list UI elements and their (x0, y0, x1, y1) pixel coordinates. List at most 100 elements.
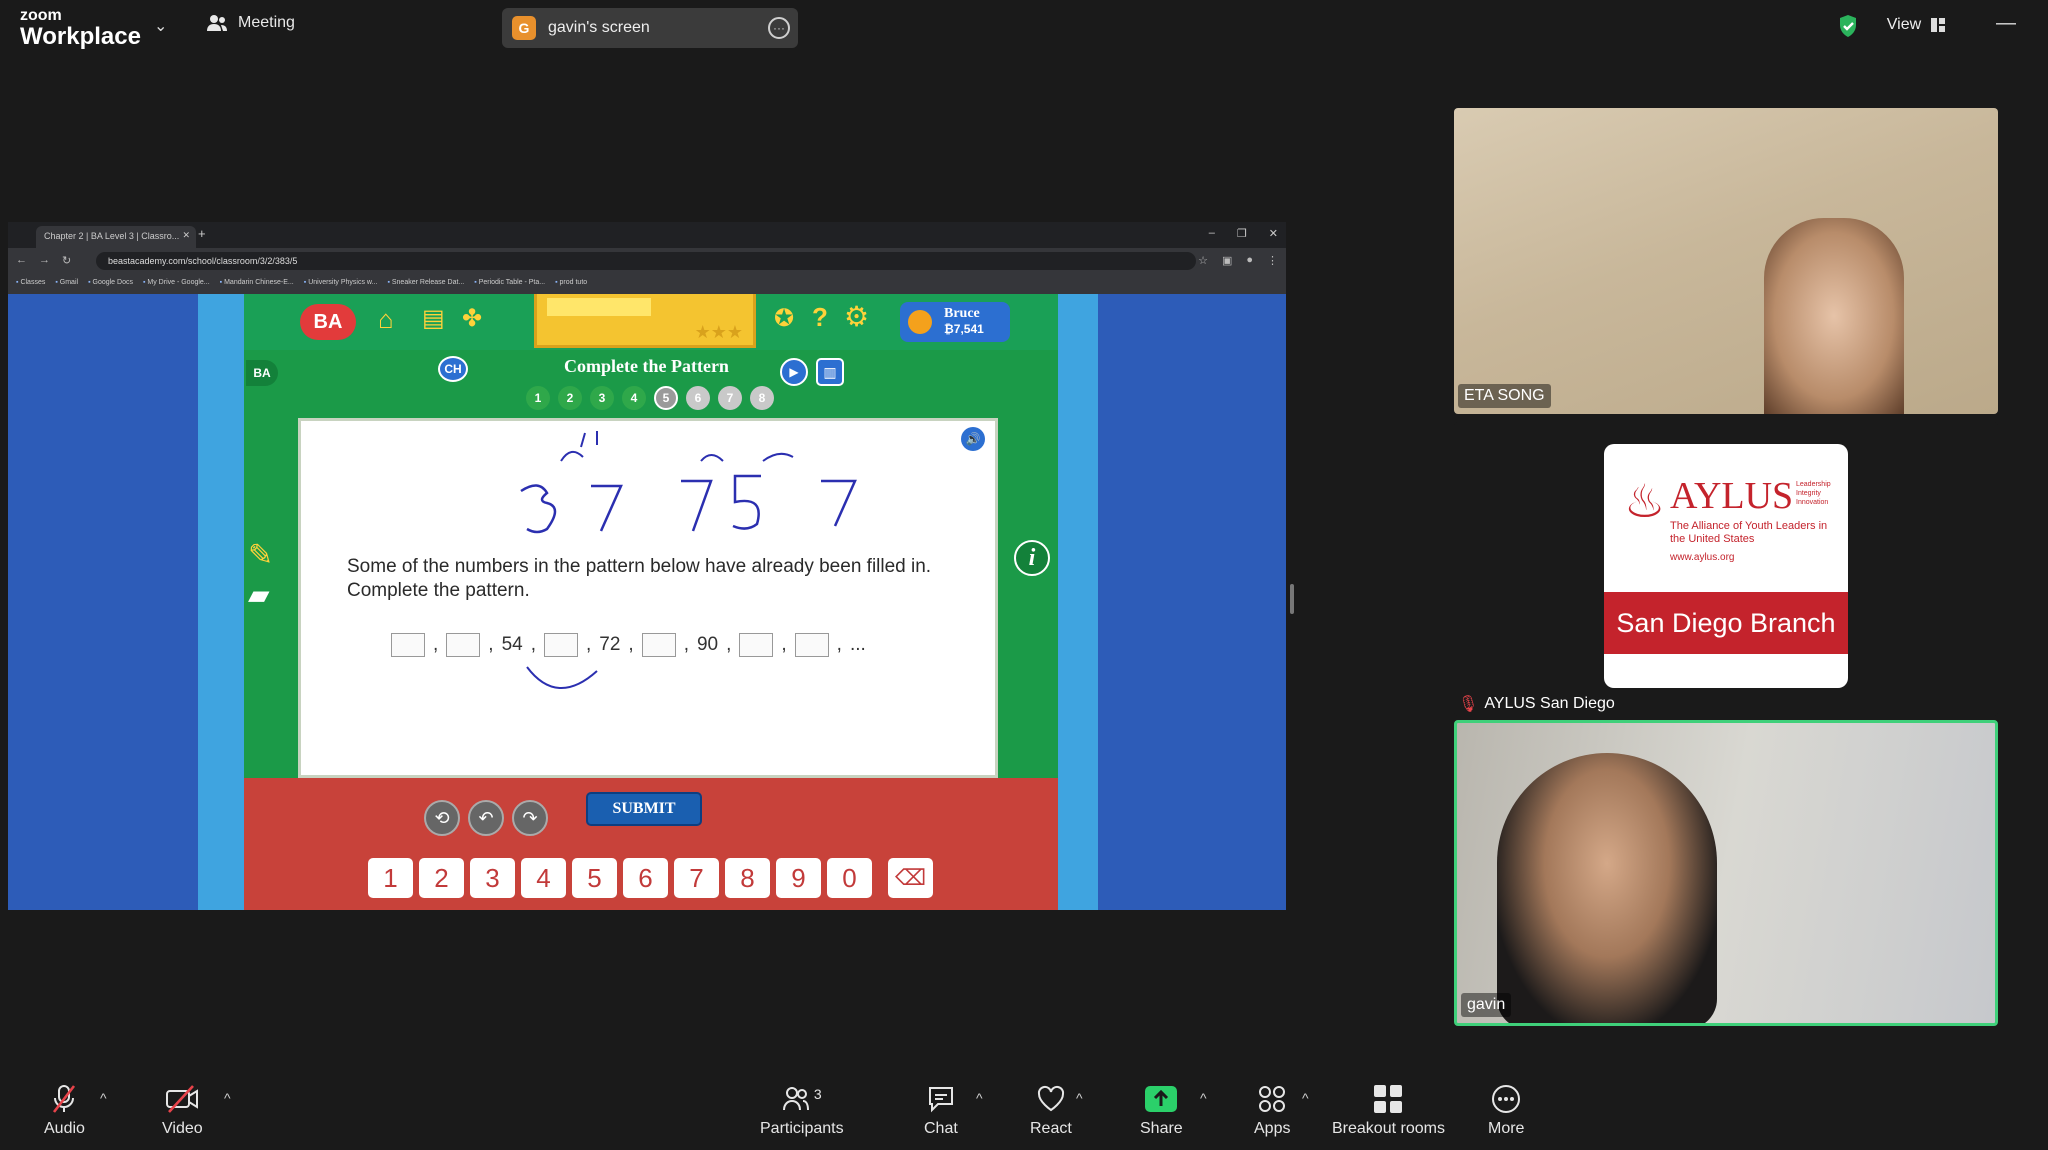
more-button[interactable]: More (1488, 1084, 1524, 1138)
view-button[interactable]: View (1870, 10, 1962, 40)
keypad-key[interactable]: 8 (725, 858, 770, 898)
answer-box[interactable] (543, 633, 578, 657)
zoom-workplace-logo[interactable]: zoom Workplace (20, 8, 141, 49)
bookmark-item[interactable]: University Physics w... (304, 279, 377, 289)
redo-icon[interactable]: ↷ (512, 800, 548, 836)
chapter-badge[interactable]: CH (438, 356, 468, 382)
extensions-icon[interactable]: ▣ (1222, 254, 1232, 267)
eraser-icon[interactable]: ▰ (248, 578, 270, 611)
keypad-key[interactable]: 2 (419, 858, 464, 898)
problem-dot[interactable]: 4 (622, 386, 646, 410)
bookmark-item[interactable]: Mandarin Chinese-E... (220, 279, 294, 289)
video-tile-gavin[interactable]: gavin (1454, 720, 1998, 1026)
chat-options-icon[interactable]: ^ (976, 1090, 983, 1106)
audio-button[interactable]: Audio (44, 1084, 85, 1138)
comma-separator: , (433, 634, 439, 655)
minimize-window-icon[interactable]: – (1209, 227, 1215, 240)
close-tab-icon[interactable]: ✕ (182, 230, 190, 241)
problem-dot[interactable]: 1 (526, 386, 550, 410)
menu-icon[interactable]: ⋮ (1267, 254, 1278, 267)
info-button[interactable]: i (1014, 540, 1050, 576)
bookmark-item[interactable]: Gmail (55, 279, 78, 289)
back-icon[interactable]: ← (16, 254, 27, 267)
minimize-icon[interactable]: — (1996, 12, 2016, 35)
chat-button[interactable]: Chat (924, 1084, 958, 1138)
keypad-key[interactable]: 0 (827, 858, 872, 898)
problem-dot[interactable]: 5 (654, 386, 678, 410)
reset-icon[interactable]: ⟲ (424, 800, 460, 836)
guide-book-icon[interactable]: ▥ (816, 358, 844, 386)
video-tile-eta-song[interactable]: ETA SONG (1454, 108, 1998, 414)
bookmark-item[interactable]: Sneaker Release Dat... (387, 279, 464, 289)
answer-box[interactable] (739, 633, 774, 657)
apps-button[interactable]: Apps (1254, 1084, 1290, 1138)
problem-dot[interactable]: 2 (558, 386, 582, 410)
bookmark-item[interactable]: Classes (16, 279, 45, 289)
meeting-menu[interactable]: Meeting (206, 14, 295, 32)
breakout-rooms-button[interactable]: Breakout rooms (1332, 1084, 1445, 1138)
speaker-icon[interactable]: 🔊 (961, 427, 985, 451)
user-badge[interactable]: Bruce ₿7,541 (900, 302, 1010, 342)
close-window-icon[interactable]: ✕ (1269, 227, 1278, 240)
more-options-icon[interactable]: ··· (768, 17, 790, 39)
video-options-icon[interactable]: ^ (224, 1090, 231, 1106)
browser-tab[interactable]: Chapter 2 | BA Level 3 | Classro... ✕ (36, 226, 196, 248)
answer-box[interactable] (391, 633, 425, 657)
answer-box[interactable] (794, 633, 829, 657)
keypad-key[interactable]: 7 (674, 858, 719, 898)
keypad-key[interactable]: 9 (776, 858, 821, 898)
play-video-icon[interactable]: ▶ (780, 358, 808, 386)
screen-share-pill[interactable]: G gavin's screen ··· (502, 8, 798, 48)
problem-dot[interactable]: 6 (686, 386, 710, 410)
window-controls: – ❐ ✕ (1209, 227, 1278, 240)
pencil-icon[interactable]: ✎ (248, 538, 273, 573)
keypad-key[interactable]: 1 (368, 858, 413, 898)
keypad-key[interactable]: 6 (623, 858, 668, 898)
keypad-key[interactable]: 4 (521, 858, 566, 898)
react-options-icon[interactable]: ^ (1076, 1090, 1083, 1106)
answer-box[interactable] (641, 633, 676, 657)
shield-check-icon[interactable] (1838, 14, 1858, 38)
keypad-key[interactable]: 5 (572, 858, 617, 898)
backspace-key[interactable]: ⌫ (888, 858, 933, 898)
problem-dot[interactable]: 7 (718, 386, 742, 410)
new-tab-icon[interactable]: + (198, 226, 206, 241)
chevron-down-icon[interactable]: ⌄ (154, 16, 167, 36)
help-icon[interactable]: ? (812, 302, 828, 333)
problem-dot[interactable]: 3 (590, 386, 614, 410)
bookmark-item[interactable]: prod tuto (555, 279, 588, 289)
achievement-icon[interactable]: ✪ (774, 304, 794, 333)
bookmark-item[interactable]: My Drive - Google... (143, 279, 209, 289)
puzzle-icon[interactable]: ✤ (462, 304, 482, 333)
url-field[interactable]: beastacademy.com/school/classroom/3/2/38… (96, 252, 1196, 270)
problem-title: Complete the Pattern (564, 356, 729, 376)
panel-resize-handle[interactable] (1290, 584, 1294, 614)
settings-icon[interactable]: ⚙ (844, 300, 869, 333)
forward-icon[interactable]: → (39, 254, 50, 267)
participant-name: gavin (1461, 993, 1512, 1017)
participants-button[interactable]: 3 Participants (760, 1084, 844, 1138)
reload-icon[interactable]: ↻ (62, 254, 71, 267)
video-tile-aylus[interactable]: ♨ AYLUS Leadership Integrity Innovation … (1454, 422, 1998, 716)
browser-nav: ← → ↻ (16, 254, 71, 267)
undo-icon[interactable]: ↶ (468, 800, 504, 836)
audio-options-icon[interactable]: ^ (100, 1090, 107, 1106)
home-icon[interactable]: ⌂ (378, 304, 394, 335)
book-icon[interactable]: ▤ (422, 304, 445, 333)
react-button[interactable]: React (1030, 1084, 1072, 1138)
shared-screen[interactable]: Chapter 2 | BA Level 3 | Classro... ✕ + … (8, 222, 1286, 910)
share-options-icon[interactable]: ^ (1200, 1090, 1207, 1106)
video-button[interactable]: Video (162, 1084, 203, 1138)
apps-options-icon[interactable]: ^ (1302, 1090, 1309, 1106)
star-icon[interactable]: ☆ (1198, 254, 1208, 267)
answer-box[interactable] (446, 633, 481, 657)
bookmark-item[interactable]: Periodic Table - Pta... (474, 279, 545, 289)
profile-icon[interactable]: ● (1246, 254, 1253, 267)
problem-dot[interactable]: 8 (750, 386, 774, 410)
bookmark-item[interactable]: Google Docs (88, 279, 133, 289)
ba-logo[interactable]: BA (300, 304, 356, 340)
keypad-key[interactable]: 3 (470, 858, 515, 898)
share-button[interactable]: Share (1140, 1084, 1183, 1138)
restore-window-icon[interactable]: ❐ (1237, 227, 1247, 240)
submit-button[interactable]: SUBMIT (586, 792, 702, 826)
